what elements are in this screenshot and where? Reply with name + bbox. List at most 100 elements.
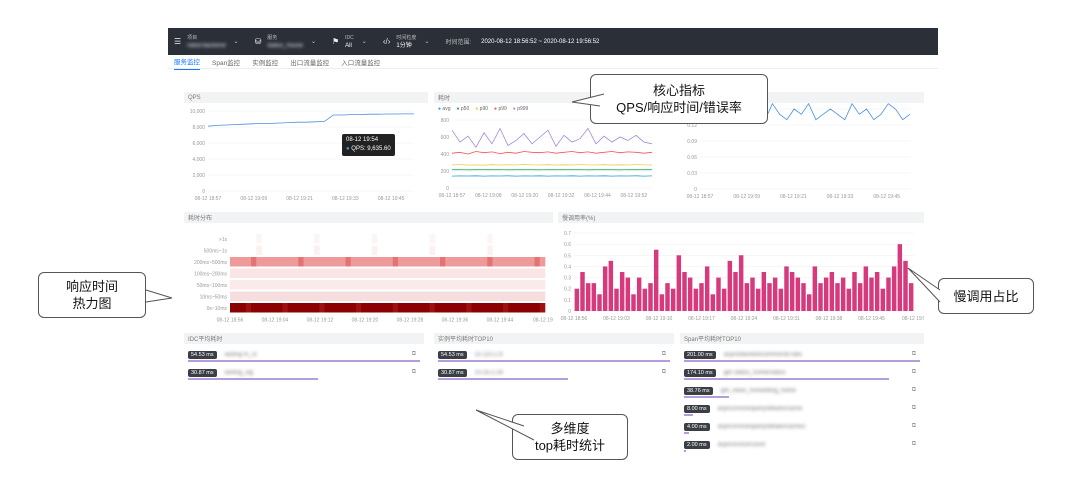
bar: [857, 283, 863, 311]
copy-icon[interactable]: ⧉: [912, 405, 916, 412]
copy-icon[interactable]: ⧉: [412, 351, 416, 358]
tab-service[interactable]: 服务监控: [174, 53, 200, 70]
x-tick-label: 08-12 19:04: [262, 318, 289, 324]
heat-cell: [398, 280, 404, 290]
service-selector[interactable]: ⛁ 服务 status_house ⌄: [255, 34, 316, 50]
table-row[interactable]: 30.87 ms lasting_sig ⧉: [188, 366, 420, 380]
heat-cell: [251, 303, 257, 313]
heat-cell: [298, 303, 304, 313]
heat-cell: [529, 268, 535, 278]
heat-cell: [539, 268, 546, 278]
heat-cell: [429, 291, 436, 301]
granularity-selector[interactable]: ‹/› 时间粒度 1分钟 ⌄: [383, 34, 430, 50]
y-tick-label: 0.4: [564, 264, 571, 270]
bar: [676, 255, 682, 311]
heat-cell: [503, 268, 509, 278]
bar: [784, 266, 789, 311]
table-row[interactable]: 8.00 ms asyncsrvice/query/details/cache ⧉: [684, 402, 920, 416]
menu-icon[interactable]: ☰: [174, 37, 181, 46]
series-line: [451, 151, 653, 155]
heat-cell: [534, 257, 541, 267]
table-row[interactable]: 54.53 ms 10.110.2.8 ⧉: [438, 348, 670, 362]
bar: [721, 288, 727, 311]
heat-cell: [487, 268, 493, 278]
heat-cell: [508, 268, 514, 278]
table-row[interactable]: 54.53 ms lasting m_ct ⧉: [188, 348, 420, 362]
bar: [738, 255, 744, 311]
chevron-down-icon[interactable]: ⌄: [311, 38, 316, 45]
heat-cell: [434, 303, 441, 313]
duration-badge: 8.00 ms: [684, 404, 710, 413]
heat-cell: [476, 268, 483, 278]
copy-icon[interactable]: ⧉: [412, 369, 416, 376]
heat-cell: [240, 280, 247, 290]
copy-icon[interactable]: ⧉: [912, 441, 916, 448]
heat-cell: [293, 280, 299, 290]
chevron-down-icon[interactable]: ⌄: [362, 38, 367, 45]
time-range-value[interactable]: 2020-08-12 18:56:52 ~ 2020-08-12 19:56:5…: [481, 39, 599, 45]
bar: [846, 288, 852, 311]
chevron-down-icon[interactable]: ⌄: [424, 38, 429, 45]
idc-selector[interactable]: ⚑ IDC All ⌄: [332, 34, 367, 50]
copy-icon[interactable]: ⧉: [912, 423, 916, 430]
heat-cell: [245, 257, 252, 267]
heat-cell: [434, 280, 441, 290]
table-row[interactable]: 2.00 ms asyncsrvice/count ⧉: [684, 438, 920, 452]
heat-cell: [497, 303, 504, 313]
bar: [886, 277, 891, 311]
heat-cell: [235, 291, 241, 301]
y-tick-label: 0: [202, 189, 205, 195]
table-row[interactable]: 201.00 ms asyncblacklistcommon/BTabs ⧉: [684, 348, 920, 362]
x-tick-label: 08-12 19:33: [332, 196, 359, 202]
heat-cell: [314, 245, 320, 255]
slow-call-panel: 慢调用率(%) 0 0.1 0.2 0.3 0.4 0.5 0.6 0.7 08-12 18:5…: [558, 212, 926, 328]
heat-cell: [424, 303, 430, 313]
tab-instance[interactable]: 实例监控: [252, 54, 278, 70]
y-tick-label: 0.7: [564, 231, 571, 237]
bar: [818, 283, 823, 311]
heat-cell: [272, 280, 278, 290]
duration-bar: [188, 360, 420, 362]
heat-cell: [282, 268, 289, 278]
copy-icon[interactable]: ⧉: [662, 351, 666, 358]
heat-cell: [440, 257, 446, 267]
row-name: asyncsrvice/count: [717, 441, 766, 448]
table-row[interactable]: 38.76 ms get_news_home/blog_home ⧉: [684, 384, 920, 398]
heat-cell: [308, 291, 315, 301]
duration-badge: 4.00 ms: [684, 422, 710, 431]
heat-cell: [508, 291, 514, 301]
heat-cell: [256, 303, 262, 313]
heat-cell: [466, 257, 472, 267]
heat-cell: [487, 245, 493, 255]
heat-cell: [534, 268, 541, 278]
heat-cell: [329, 268, 336, 278]
table-row[interactable]: 30.87 ms 10.25.2.26 ⧉: [438, 366, 670, 380]
copy-icon[interactable]: ⧉: [912, 387, 916, 394]
heat-cell: [340, 291, 346, 301]
copy-icon[interactable]: ⧉: [912, 369, 916, 376]
heat-cell: [303, 280, 310, 290]
heat-cell: [266, 257, 273, 267]
heat-cell: [303, 268, 310, 278]
project-value: rated-backend: [187, 42, 226, 49]
heat-cell: [366, 257, 373, 267]
copy-icon[interactable]: ⧉: [662, 369, 666, 376]
heat-cell: [361, 280, 367, 290]
chevron-down-icon[interactable]: ⌄: [234, 38, 239, 45]
service-icon: ⛁: [254, 37, 262, 46]
heat-cell: [387, 257, 394, 267]
bar: [699, 283, 704, 311]
project-selector[interactable]: ☰ 项目 rated-backend ⌄: [174, 34, 239, 50]
bar: [585, 283, 591, 311]
tab-span[interactable]: Span监控: [212, 54, 240, 70]
bar: [835, 283, 840, 311]
table-row[interactable]: 174.10 ms get status_home/status ⧉: [684, 366, 920, 380]
copy-icon[interactable]: ⧉: [912, 351, 916, 358]
heat-cell: [230, 280, 236, 290]
tab-ingress[interactable]: 入口流量监控: [341, 54, 380, 70]
duration-bar: [438, 378, 568, 380]
y-tick-label: 0.1: [564, 298, 571, 304]
table-row[interactable]: 4.00 ms asyncsrvice/query/details/cache2 ⧉: [684, 420, 920, 434]
heat-cell: [340, 268, 346, 278]
tab-egress[interactable]: 出口流量监控: [290, 54, 329, 70]
